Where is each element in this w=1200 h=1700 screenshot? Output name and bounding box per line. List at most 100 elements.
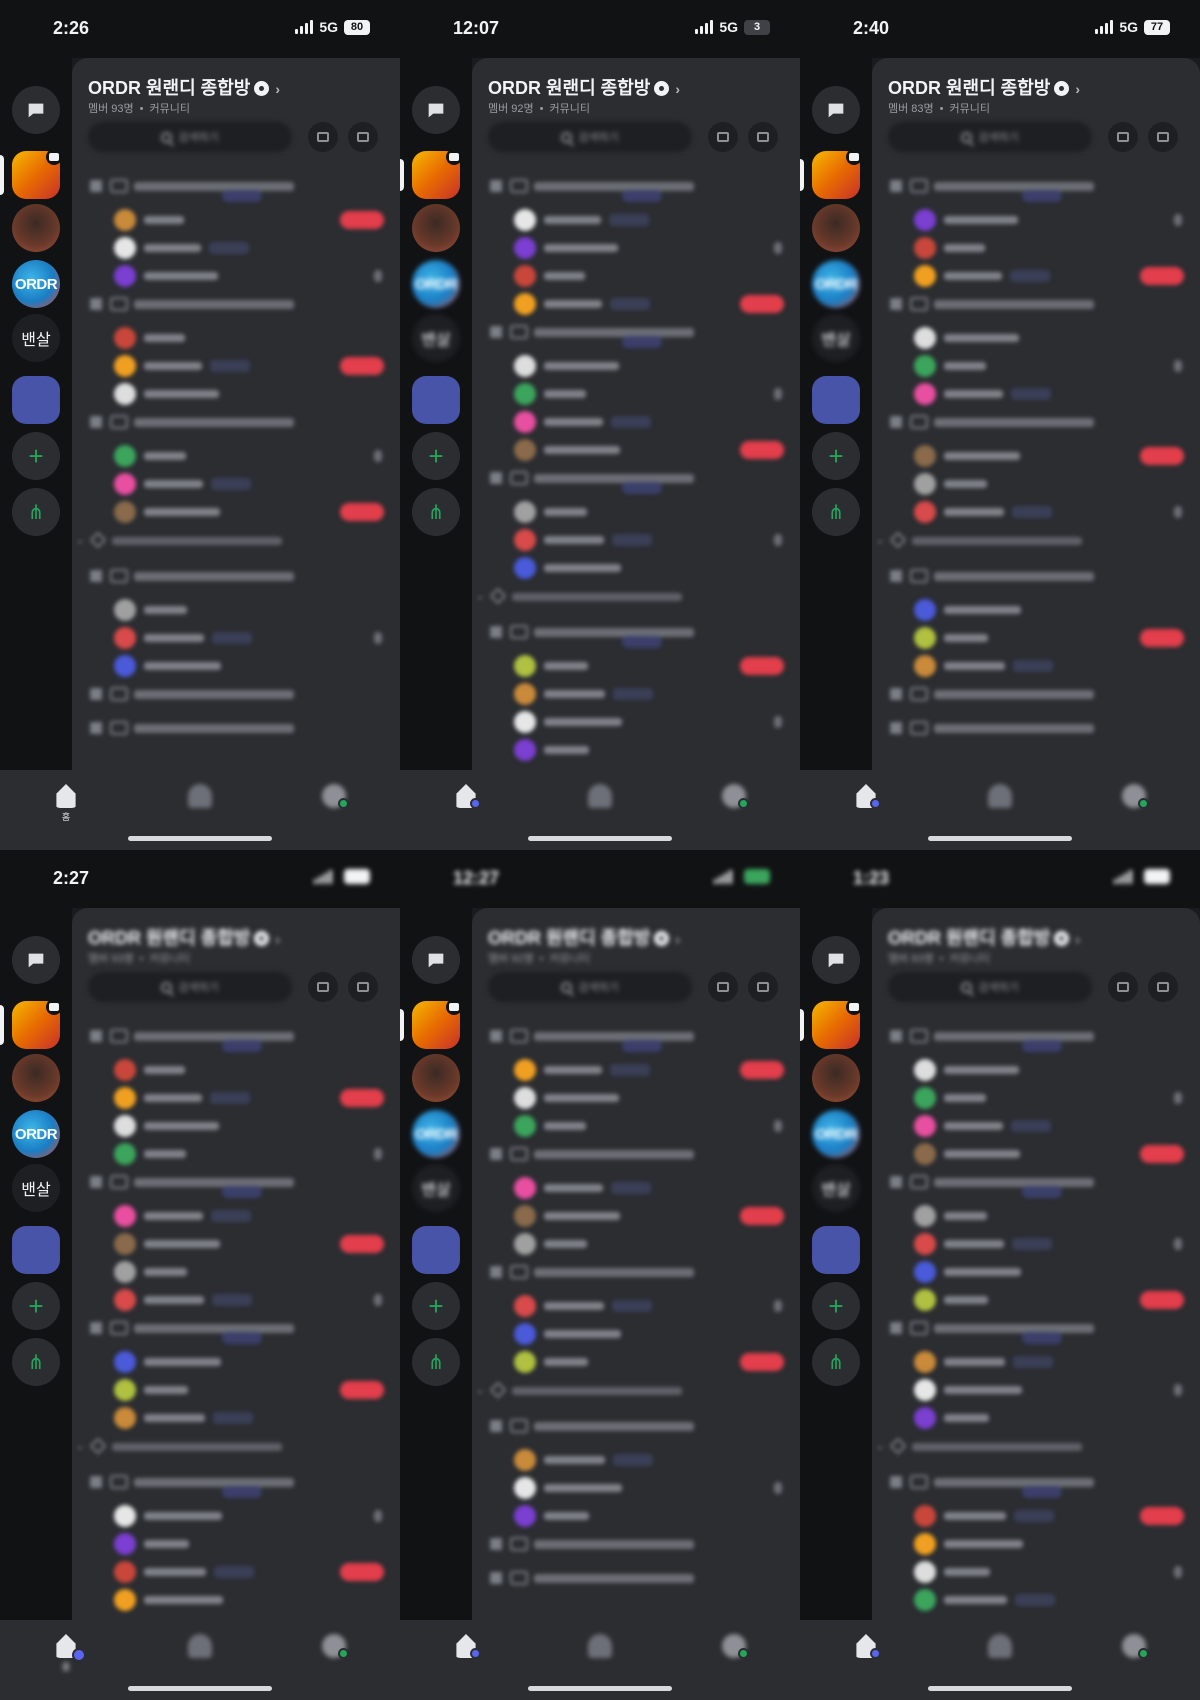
server-icon-luffy[interactable] [12, 204, 60, 252]
voice-member[interactable] [872, 262, 1200, 290]
voice-member[interactable] [472, 652, 800, 680]
voice-member[interactable] [472, 526, 800, 554]
channel-category[interactable]: ⌄ [872, 526, 1200, 554]
voice-member[interactable] [872, 206, 1200, 234]
voice-member[interactable] [472, 708, 800, 736]
search-input[interactable]: 검색하기 [888, 972, 1092, 1002]
add-member-button[interactable] [308, 972, 338, 1002]
voice-member[interactable] [472, 1348, 800, 1376]
tab-notifications[interactable] [976, 784, 1024, 824]
tab-profile[interactable] [710, 1634, 758, 1674]
tab-notifications[interactable] [576, 1634, 624, 1674]
voice-member[interactable] [72, 1558, 400, 1586]
voice-channel[interactable] [72, 680, 400, 708]
server-icon-blue[interactable] [12, 376, 60, 424]
voice-channel[interactable] [72, 562, 400, 590]
voice-member[interactable] [72, 1348, 400, 1376]
voice-member[interactable] [72, 1530, 400, 1558]
voice-member[interactable] [872, 1404, 1200, 1432]
voice-channel[interactable] [872, 1022, 1200, 1052]
discover-hub-icon[interactable]: ⋔ [12, 488, 60, 536]
voice-channel[interactable] [872, 714, 1200, 742]
tab-home[interactable] [442, 1634, 490, 1674]
add-member-button[interactable] [1108, 122, 1138, 152]
voice-channel[interactable] [872, 1314, 1200, 1344]
voice-channel[interactable] [72, 1314, 400, 1344]
voice-member[interactable] [872, 1558, 1200, 1586]
voice-member[interactable] [472, 380, 800, 408]
server-icon-banshal[interactable]: 밴살 [412, 1164, 460, 1212]
voice-channel[interactable] [472, 1140, 800, 1168]
tab-home[interactable] [842, 784, 890, 824]
voice-channel[interactable] [72, 408, 400, 436]
voice-member[interactable] [472, 262, 800, 290]
server-icon-ordr[interactable]: ORDR [412, 1110, 460, 1158]
server-title[interactable]: ORDR 원랜디 종합방 › [488, 74, 680, 100]
discover-hub-icon[interactable]: ⋔ [412, 488, 460, 536]
server-icon-luffy[interactable] [412, 1054, 460, 1102]
voice-channel[interactable] [72, 1168, 400, 1198]
voice-channel[interactable] [872, 408, 1200, 436]
voice-member[interactable] [72, 652, 400, 680]
voice-member[interactable] [72, 262, 400, 290]
voice-member[interactable] [72, 1084, 400, 1112]
channel-category[interactable]: ⌄ [872, 1432, 1200, 1460]
tab-home[interactable]: 홈 [42, 1634, 90, 1674]
events-button[interactable] [748, 972, 778, 1002]
voice-member[interactable] [72, 470, 400, 498]
server-icon-blue[interactable] [812, 376, 860, 424]
voice-member[interactable] [872, 324, 1200, 352]
tab-home[interactable] [842, 1634, 890, 1674]
discover-hub-icon[interactable]: ⋔ [812, 488, 860, 536]
server-title[interactable]: ORDR 원랜디 종합방 › [88, 74, 280, 100]
events-button[interactable] [348, 122, 378, 152]
channel-category[interactable]: ⌄ [72, 526, 400, 554]
voice-channel[interactable] [872, 680, 1200, 708]
server-icon-blue[interactable] [12, 1226, 60, 1274]
voice-member[interactable] [472, 206, 800, 234]
voice-member[interactable] [872, 1376, 1200, 1404]
voice-channel[interactable] [72, 290, 400, 318]
direct-messages-button[interactable] [12, 936, 60, 984]
voice-member[interactable] [472, 436, 800, 464]
server-icon-banshal[interactable]: 밴살 [812, 1164, 860, 1212]
voice-member[interactable] [472, 1230, 800, 1258]
events-button[interactable] [1148, 972, 1178, 1002]
channel-category[interactable]: ⌄ [472, 582, 800, 610]
search-input[interactable]: 검색하기 [888, 122, 1092, 152]
voice-member[interactable] [72, 206, 400, 234]
voice-member[interactable] [872, 1140, 1200, 1168]
voice-member[interactable] [72, 234, 400, 262]
voice-channel[interactable] [872, 172, 1200, 202]
voice-channel[interactable] [472, 1530, 800, 1558]
tab-home[interactable]: 홈 [42, 784, 90, 824]
voice-channel[interactable] [872, 290, 1200, 318]
server-icon-banshal[interactable]: 밴살 [812, 314, 860, 362]
add-server-button[interactable]: + [12, 432, 60, 480]
voice-member[interactable] [472, 1320, 800, 1348]
server-icon-blue[interactable] [412, 1226, 460, 1274]
server-icon-blue[interactable] [412, 376, 460, 424]
voice-member[interactable] [872, 1502, 1200, 1530]
voice-member[interactable] [872, 1230, 1200, 1258]
discover-hub-icon[interactable]: ⋔ [12, 1338, 60, 1386]
voice-member[interactable] [72, 1258, 400, 1286]
server-icon-luffy[interactable] [812, 1054, 860, 1102]
server-icon-luffy[interactable] [12, 1054, 60, 1102]
voice-member[interactable] [472, 680, 800, 708]
voice-member[interactable] [872, 652, 1200, 680]
tab-notifications[interactable] [176, 1634, 224, 1674]
voice-member[interactable] [72, 380, 400, 408]
voice-channel[interactable] [872, 1168, 1200, 1198]
server-title[interactable]: ORDR 원랜디 종합방 › [888, 74, 1080, 100]
events-button[interactable] [748, 122, 778, 152]
voice-channel[interactable] [72, 1468, 400, 1498]
voice-member[interactable] [72, 1502, 400, 1530]
voice-channel[interactable] [472, 618, 800, 648]
voice-channel[interactable] [472, 172, 800, 202]
server-icon-ordr[interactable]: ORDR [812, 1110, 860, 1158]
direct-messages-button[interactable] [412, 86, 460, 134]
voice-channel[interactable] [472, 1022, 800, 1052]
server-icon-banshal[interactable]: 밴살 [412, 314, 460, 362]
tab-profile[interactable] [310, 784, 358, 824]
